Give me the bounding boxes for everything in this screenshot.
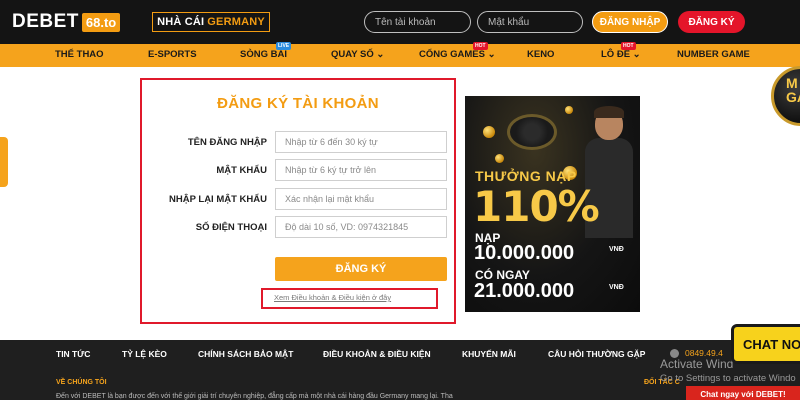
promo-badge[interactable]: M GA <box>771 66 800 126</box>
coin-icon <box>495 154 504 163</box>
nav-item-label: THỂ THAO <box>55 49 104 60</box>
password-input[interactable]: Mật khẩu <box>477 11 583 33</box>
nav-item-e-sports[interactable]: E-SPORTS <box>148 49 197 60</box>
username-label: TÊN ĐĂNG NHẬP <box>187 137 267 148</box>
nav-item-number-game[interactable]: NUMBER GAME <box>677 49 750 60</box>
nav-item-label: KENO <box>527 49 555 60</box>
chat-now-label: CHAT NO <box>743 336 800 352</box>
password-placeholder: Mật khẩu <box>488 16 530 28</box>
reg-password-input[interactable]: Nhập từ 6 ký tự trở lên <box>275 159 447 181</box>
reg-username-input[interactable]: Nhập từ 6 đến 30 ký tự <box>275 131 447 153</box>
promo-badge-text: M GA <box>786 75 800 105</box>
windows-watermark-subtitle: Go to Settings to activate Windo <box>660 373 796 384</box>
windows-watermark-title: Activate Wind <box>660 357 734 371</box>
person-hair <box>594 106 624 118</box>
banner-amount-1: 10.000.000 <box>474 242 575 264</box>
coin-icon <box>565 106 573 114</box>
page: DEBET 68.to NHÀ CÁI GERMANY Tên tài khoả… <box>0 0 800 400</box>
nav-item-label: QUAY SỐ ⌄ <box>331 49 385 60</box>
register-submit-button[interactable]: ĐĂNG KÝ <box>275 257 447 281</box>
register-button[interactable]: ĐĂNG KÝ <box>678 11 745 33</box>
about-title: VỀ CHÚNG TÔI <box>56 379 107 386</box>
footer-link-faq[interactable]: CÂU HỎI THƯỜNG GẶP <box>548 349 645 359</box>
username-input[interactable]: Tên tài khoản <box>364 11 471 33</box>
reg-confirm-password-input[interactable]: Xác nhận lại mật khẩu <box>275 188 447 210</box>
reg-username-placeholder: Nhập từ 6 đến 30 ký tự <box>285 137 378 147</box>
reg-confirm-password-placeholder: Xác nhận lại mật khẩu <box>285 194 375 204</box>
phone-label: SỐ ĐIỆN THOẠI <box>195 222 267 233</box>
main-nav: THỂ THAO E-SPORTS SÒNG BÀI LIVE QUAY SỐ … <box>0 42 800 67</box>
nav-item-cong-games[interactable]: CỔNG GAMES ⌄ HOT <box>419 42 496 60</box>
about-text: Đến với DEBET là bạn được đến với thế gi… <box>56 393 453 400</box>
banner-percent: 110% <box>473 182 600 231</box>
nav-item-keno[interactable]: KENO <box>527 49 554 60</box>
nav-item-label: CỔNG GAMES ⌄ <box>419 49 496 60</box>
footer-link-privacy[interactable]: CHÍNH SÁCH BẢO MẬT <box>198 349 293 359</box>
nav-item-label: E-SPORTS <box>148 49 197 60</box>
brand-badge: NHÀ CÁI GERMANY <box>152 12 270 32</box>
nav-item-label: LÔ ĐỀ ⌄ <box>601 49 641 60</box>
currency-label: VNĐ <box>609 246 624 253</box>
terms-highlight: Xem Điều khoản & Điều kiện ở đây <box>261 288 438 309</box>
nav-item-label: NUMBER GAME <box>677 49 750 60</box>
coin-icon <box>483 126 495 138</box>
nav-item-quay-so[interactable]: QUAY SỐ ⌄ <box>331 49 384 60</box>
top-bar: DEBET 68.to NHÀ CÁI GERMANY Tên tài khoả… <box>0 0 800 44</box>
logo-text: DEBET <box>12 11 79 32</box>
reg-phone-placeholder: Độ dài 10 số, VD: 0974321845 <box>285 222 409 232</box>
side-tab[interactable] <box>0 137 8 187</box>
confirm-password-label: NHẬP LẠI MẬT KHẨU <box>169 194 267 205</box>
footer-link-terms[interactable]: ĐIỀU KHOẢN & ĐIỀU KIỆN <box>323 349 431 359</box>
site-logo[interactable]: DEBET 68.to <box>12 9 121 35</box>
reg-phone-input[interactable]: Độ dài 10 số, VD: 0974321845 <box>275 216 447 238</box>
chat-bar-label: Chat ngay với DEBET! <box>700 389 786 399</box>
chat-now-bubble[interactable]: CHAT NO <box>731 324 800 364</box>
brand-badge-prefix: NHÀ CÁI <box>157 16 205 28</box>
register-form: ĐĂNG KÝ TÀI KHOẢN TÊN ĐĂNG NHẬP Nhập từ … <box>140 78 456 324</box>
nav-item-song-bai[interactable]: SÒNG BÀI LIVE <box>240 42 292 60</box>
register-title: ĐĂNG KÝ TÀI KHOẢN <box>217 95 379 112</box>
reg-password-placeholder: Nhập từ 6 ký tự trở lên <box>285 165 376 175</box>
nav-item-label: SÒNG BÀI <box>240 49 287 60</box>
login-button[interactable]: ĐĂNG NHẬP <box>592 11 668 33</box>
nav-item-the-thao[interactable]: THỂ THAO <box>55 49 104 60</box>
brand-badge-highlight: GERMANY <box>207 16 265 28</box>
password-label: MẬT KHẨU <box>216 165 267 176</box>
banner-amount-2: 21.000.000 <box>474 280 575 302</box>
hot-tag: HOT <box>621 42 636 50</box>
footer-link-odds[interactable]: TỶ LỆ KÈO <box>122 349 167 359</box>
username-placeholder: Tên tài khoản <box>375 16 436 28</box>
promo-banner[interactable]: THƯỞNG NẠP 110% NẠP 10.000.000 VNĐ CÓ NG… <box>465 96 640 312</box>
terms-link[interactable]: Xem Điều khoản & Điều kiện ở đây <box>274 293 391 302</box>
chat-bar[interactable]: Chat ngay với DEBET! <box>686 386 800 400</box>
logo-domain: 68.to <box>81 12 121 32</box>
currency-label: VNĐ <box>609 284 624 291</box>
hot-tag: HOT <box>473 42 488 50</box>
footer-link-news[interactable]: TIN TỨC <box>56 349 90 359</box>
nav-item-lo-de[interactable]: LÔ ĐỀ ⌄ HOT <box>601 42 641 60</box>
footer-link-promotions[interactable]: KHUYẾN MÃI <box>462 349 516 359</box>
roulette-wheel-icon <box>507 114 557 150</box>
live-tag: LIVE <box>276 42 292 50</box>
